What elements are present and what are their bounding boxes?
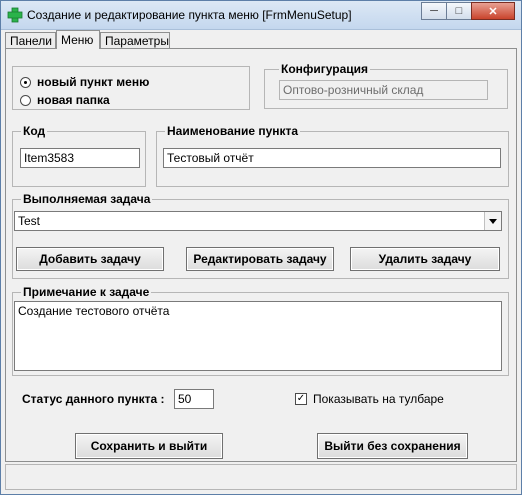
close-button[interactable]: ✕ <box>471 2 515 20</box>
task-select[interactable]: Test <box>14 211 502 231</box>
radio-selected-icon <box>20 76 31 88</box>
item-type-group: новый пункт меню новая папка <box>12 66 250 110</box>
tab-panels[interactable]: Панели <box>5 32 56 48</box>
close-icon: ✕ <box>488 5 498 18</box>
tab-label: Меню <box>61 33 94 47</box>
dialog-window: Создание и редактирование пункта меню [F… <box>0 0 522 495</box>
tab-parameters[interactable]: Параметры <box>100 32 170 48</box>
checkmark-icon: ✓ <box>295 393 307 405</box>
exit-no-save-button[interactable]: Выйти без сохранения <box>317 433 468 459</box>
radio-label: новый пункт меню <box>37 75 150 89</box>
code-group: Код Item3583 <box>12 124 146 187</box>
edit-task-button[interactable]: Редактировать задачу <box>186 247 334 271</box>
config-label: Конфигурация <box>279 62 371 76</box>
delete-task-button[interactable]: Удалить задачу <box>350 247 500 271</box>
config-group: Конфигурация Оптово-розничный склад <box>264 62 508 109</box>
maximize-icon: □ <box>455 5 463 17</box>
tab-panel-menu: новый пункт меню новая папка Конфигураци… <box>5 48 517 462</box>
note-textarea[interactable]: Создание тестового отчёта <box>14 301 502 371</box>
plus-icon <box>7 7 23 23</box>
config-field: Оптово-розничный склад <box>279 80 488 100</box>
note-label: Примечание к задаче <box>21 285 152 299</box>
task-select-value: Test <box>18 214 41 228</box>
status-label: Статус данного пункта : <box>22 392 165 406</box>
minimize-icon: ─ <box>430 5 438 17</box>
task-label: Выполняемая задача <box>21 192 153 206</box>
tab-label: Панели <box>10 34 52 48</box>
name-field[interactable]: Тестовый отчёт <box>163 148 501 168</box>
tab-menu[interactable]: Меню <box>56 30 100 49</box>
radio-label: новая папка <box>37 93 110 107</box>
code-field[interactable]: Item3583 <box>20 148 140 168</box>
name-label: Наименование пункта <box>165 124 301 138</box>
status-bar <box>5 464 517 490</box>
note-group: Примечание к задаче Создание тестового о… <box>12 285 509 376</box>
tab-label: Параметры <box>105 34 169 48</box>
caption-buttons: ─ □ ✕ <box>421 2 515 21</box>
save-exit-button[interactable]: Сохранить и выйти <box>75 433 223 459</box>
code-label: Код <box>21 124 48 138</box>
window-title: Создание и редактирование пункта меню [F… <box>27 8 352 22</box>
task-group: Выполняемая задача Test Добавить задачу … <box>12 192 509 279</box>
status-field[interactable]: 50 <box>174 389 214 409</box>
radio-new-folder[interactable]: новая папка <box>20 93 110 107</box>
title-bar[interactable]: Создание и редактирование пункта меню [F… <box>1 1 521 30</box>
radio-unselected-icon <box>20 94 31 106</box>
radio-new-item[interactable]: новый пункт меню <box>20 75 149 89</box>
checkbox-label: Показывать на тулбаре <box>313 392 444 406</box>
toolbar-checkbox[interactable]: ✓ Показывать на тулбаре <box>295 392 444 406</box>
chevron-down-icon[interactable] <box>484 212 501 230</box>
name-group: Наименование пункта Тестовый отчёт <box>156 124 509 187</box>
maximize-button[interactable]: □ <box>446 2 472 20</box>
minimize-button[interactable]: ─ <box>421 2 447 20</box>
add-task-button[interactable]: Добавить задачу <box>16 247 164 271</box>
